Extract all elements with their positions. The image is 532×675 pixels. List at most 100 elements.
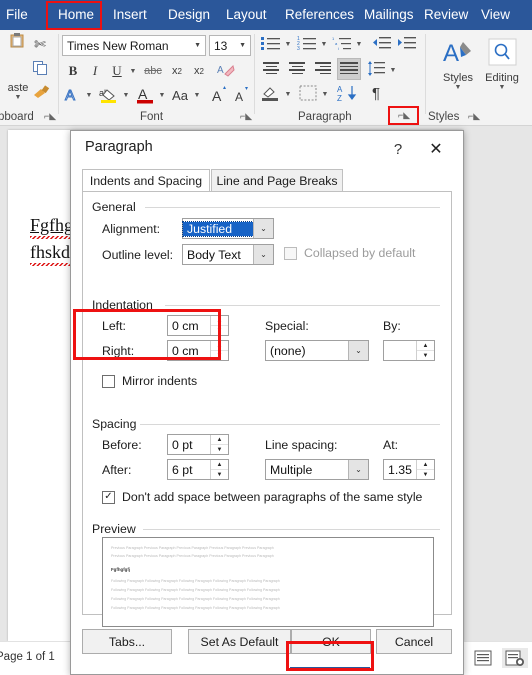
line-spacing-icon[interactable]: [366, 60, 386, 78]
indent-left-spin-up-icon[interactable]: ▲: [211, 316, 228, 326]
by-spin-down-icon[interactable]: ▼: [417, 351, 434, 360]
align-left-button[interactable]: [261, 60, 281, 78]
status-page-count[interactable]: Page 1 of 1: [0, 651, 55, 663]
outline-level-chevron-down-icon[interactable]: ⌄: [253, 245, 273, 264]
copy-icon[interactable]: [30, 60, 50, 76]
spacing-after-spin-buttons[interactable]: ▲ ▼: [210, 460, 228, 479]
italic-button[interactable]: I: [86, 62, 104, 80]
special-select[interactable]: (none) ⌄: [265, 340, 369, 361]
ribbon-tab-design[interactable]: Design: [168, 0, 210, 30]
font-color-icon[interactable]: A: [134, 85, 156, 105]
editing-button[interactable]: Editing ▼: [478, 38, 526, 91]
help-icon[interactable]: ?: [385, 137, 411, 161]
text-effects-icon[interactable]: A: [62, 86, 82, 104]
cancel-button[interactable]: Cancel: [376, 629, 452, 654]
at-spin-down-icon[interactable]: ▼: [417, 470, 434, 479]
spacing-after-spin-down-icon[interactable]: ▼: [211, 470, 228, 479]
web-layout-view-icon[interactable]: [502, 648, 528, 668]
spacing-before-spin-down-icon[interactable]: ▼: [211, 445, 228, 454]
alignment-chevron-down-icon[interactable]: ⌄: [253, 219, 273, 238]
by-spin-buttons[interactable]: ▲ ▼: [416, 341, 434, 360]
ribbon-tab-layout[interactable]: Layout: [226, 0, 267, 30]
multilevel-list-icon[interactable]: 1ai: [331, 34, 353, 52]
align-justify-button[interactable]: [337, 58, 361, 80]
indent-left-spinner[interactable]: 0 cm ▲ ▼: [167, 315, 229, 336]
underline-button[interactable]: U: [108, 62, 126, 80]
collapsed-by-default-checkbox[interactable]: Collapsed by default: [284, 246, 415, 260]
editing-chevron-down-icon[interactable]: ▼: [499, 84, 506, 91]
styles-button[interactable]: A Styles ▼: [432, 38, 484, 91]
indent-right-spin-up-icon[interactable]: ▲: [211, 341, 228, 351]
clear-formatting-icon[interactable]: A: [216, 61, 236, 79]
format-painter-icon[interactable]: [30, 84, 52, 100]
numbering-icon[interactable]: 123: [296, 34, 318, 52]
at-spin-up-icon[interactable]: ▲: [417, 460, 434, 470]
mirror-indents-checkbox[interactable]: Mirror indents: [102, 374, 197, 388]
paste-chevron-down-icon[interactable]: ▼: [15, 94, 22, 101]
align-center-button[interactable]: [287, 60, 307, 78]
dont-add-space-checkbox-box[interactable]: ✓: [102, 490, 115, 504]
line-spacing-select[interactable]: Multiple ⌄: [265, 459, 369, 480]
alignment-select[interactable]: Justified ⌄: [182, 218, 274, 239]
ribbon-tab-mailings[interactable]: Mailings: [364, 0, 414, 30]
change-case-chevron-down-icon[interactable]: ▼: [192, 90, 202, 100]
by-spinner[interactable]: ▲ ▼: [383, 340, 435, 361]
spacing-before-spinner[interactable]: 0 pt ▲ ▼: [167, 434, 229, 455]
line-spacing-chevron-down-icon[interactable]: ⌄: [348, 460, 368, 479]
spacing-after-spin-up-icon[interactable]: ▲: [211, 460, 228, 470]
underline-chevron-down-icon[interactable]: ▼: [128, 66, 138, 76]
text-highlight-icon[interactable]: ab: [98, 85, 120, 105]
increase-indent-icon[interactable]: [396, 34, 418, 52]
font-name-combo[interactable]: Times New Roman ▼: [62, 35, 206, 56]
superscript-button[interactable]: x2: [190, 63, 208, 79]
font-color-chevron-down-icon[interactable]: ▼: [157, 90, 167, 100]
strikethrough-button[interactable]: abc: [142, 63, 164, 79]
font-dialog-launcher-icon[interactable]: ⌐◣: [240, 111, 252, 122]
collapsed-checkbox-box[interactable]: [284, 246, 297, 260]
spacing-before-spin-buttons[interactable]: ▲ ▼: [210, 435, 228, 454]
indent-left-spin-down-icon[interactable]: ▼: [211, 326, 228, 335]
shading-chevron-down-icon[interactable]: ▼: [283, 89, 293, 99]
shading-icon[interactable]: [260, 84, 282, 102]
spacing-after-spinner[interactable]: 6 pt ▲ ▼: [167, 459, 229, 480]
text-effects-chevron-down-icon[interactable]: ▼: [84, 90, 94, 100]
bold-button[interactable]: B: [64, 62, 82, 80]
ok-button[interactable]: OK: [291, 629, 371, 654]
font-name-chevron-down-icon[interactable]: ▼: [194, 42, 205, 49]
line-spacing-chevron-down-icon[interactable]: ▼: [388, 65, 398, 75]
font-size-combo[interactable]: 13 ▼: [209, 35, 251, 56]
bullets-chevron-down-icon[interactable]: ▼: [283, 39, 293, 49]
dont-add-space-checkbox[interactable]: ✓ Don't add space between paragraphs of …: [102, 490, 422, 504]
multilevel-list-chevron-down-icon[interactable]: ▼: [354, 39, 364, 49]
paragraph-dialog-launcher-icon[interactable]: ⌐◣: [398, 110, 410, 121]
tab-line-and-page-breaks[interactable]: Line and Page Breaks: [211, 169, 343, 192]
clipboard-dialog-launcher-icon[interactable]: ⌐◣: [44, 111, 56, 122]
indent-left-spin-buttons[interactable]: ▲ ▼: [210, 316, 228, 335]
mirror-indents-checkbox-box[interactable]: [102, 374, 115, 388]
ribbon-tab-home[interactable]: Home: [58, 0, 94, 30]
bullets-icon[interactable]: [260, 34, 282, 52]
indent-right-spin-buttons[interactable]: ▲ ▼: [210, 341, 228, 360]
decrease-indent-icon[interactable]: [371, 34, 393, 52]
tab-indents-and-spacing[interactable]: Indents and Spacing: [82, 169, 210, 192]
sort-icon[interactable]: AZ: [336, 83, 360, 103]
ribbon-tab-view[interactable]: View: [481, 0, 510, 30]
show-formatting-marks-button[interactable]: ¶: [366, 84, 386, 102]
borders-icon[interactable]: [297, 84, 319, 102]
cut-scissors-icon[interactable]: ✄: [30, 36, 50, 52]
ribbon-tab-file[interactable]: File: [6, 0, 28, 30]
subscript-button[interactable]: x2: [168, 63, 186, 79]
align-right-button[interactable]: [313, 60, 333, 78]
shrink-font-icon[interactable]: A: [232, 85, 252, 105]
font-size-chevron-down-icon[interactable]: ▼: [239, 42, 250, 49]
text-highlight-chevron-down-icon[interactable]: ▼: [121, 90, 131, 100]
styles-dialog-launcher-icon[interactable]: ⌐◣: [468, 111, 480, 122]
special-chevron-down-icon[interactable]: ⌄: [348, 341, 368, 360]
clipboard-icon[interactable]: [6, 32, 28, 48]
ribbon-tab-references[interactable]: References: [285, 0, 354, 30]
spacing-before-spin-up-icon[interactable]: ▲: [211, 435, 228, 445]
ribbon-tab-review[interactable]: Review: [424, 0, 468, 30]
by-spin-up-icon[interactable]: ▲: [417, 341, 434, 351]
grow-font-icon[interactable]: A: [210, 85, 230, 105]
indent-right-spinner[interactable]: 0 cm ▲ ▼: [167, 340, 229, 361]
